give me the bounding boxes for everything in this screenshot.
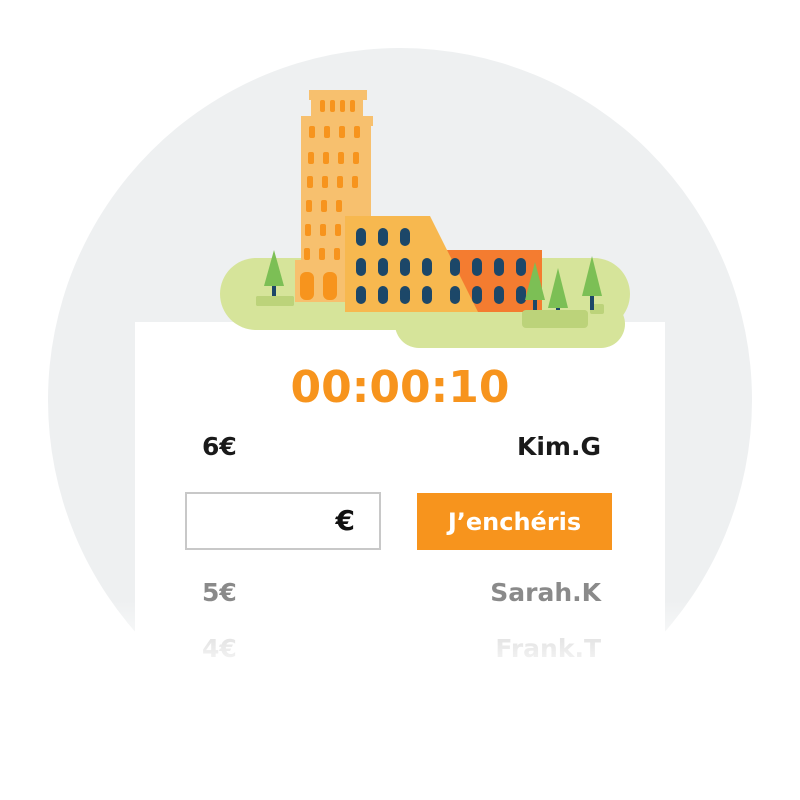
current-bid-amount: 6€ bbox=[202, 432, 237, 461]
illustration-overlap bbox=[233, 296, 625, 348]
bid-input-field[interactable]: € bbox=[185, 492, 381, 550]
history-bid-user: Frank.T bbox=[495, 634, 601, 663]
bid-amount-input[interactable] bbox=[195, 502, 329, 542]
place-bid-button[interactable]: J’enchéris bbox=[417, 493, 612, 550]
current-bid-user: Kim.G bbox=[516, 432, 601, 461]
countdown-timer: 00:00:10 bbox=[290, 362, 510, 413]
history-bid-amount: 4€ bbox=[202, 634, 237, 663]
history-bid-amount: 5€ bbox=[202, 578, 237, 607]
auction-screen: 00:00:10 6€ Kim.G € J’enchéris 5€ Sarah.… bbox=[0, 0, 800, 800]
euro-icon: € bbox=[335, 504, 355, 537]
history-bid-user: Sarah.K bbox=[490, 578, 601, 607]
